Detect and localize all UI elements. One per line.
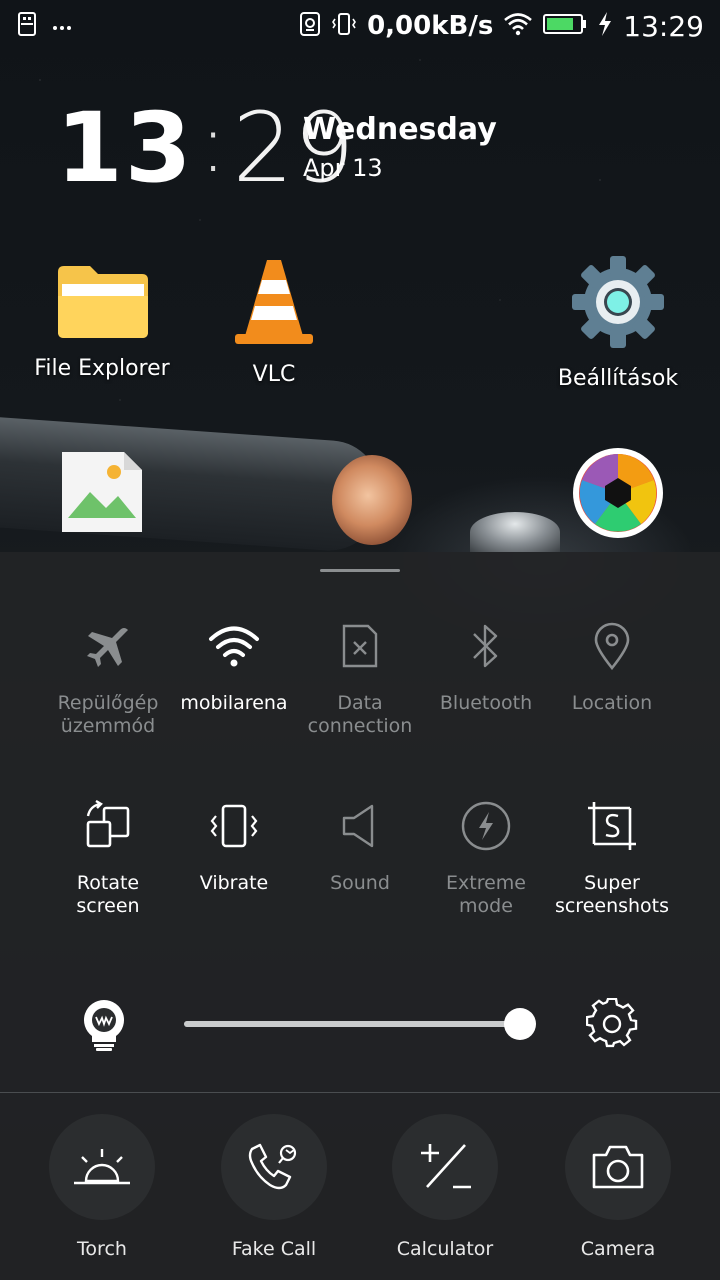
panel-drag-handle[interactable]: [320, 569, 400, 572]
tile-label: Location: [571, 692, 653, 714]
rotate-screen-icon: [45, 794, 171, 858]
folder-icon: [54, 266, 150, 346]
sim-icon: [299, 11, 321, 41]
tile-label: Extreme mode: [446, 872, 526, 917]
wifi-icon: [171, 614, 297, 678]
status-clock: 13:29: [623, 9, 704, 43]
app-camera-home[interactable]: [528, 446, 708, 544]
brightness-slider[interactable]: [184, 1021, 536, 1027]
shortcut-fake-call[interactable]: Fake Call: [194, 1114, 354, 1260]
data-connection-icon: [297, 614, 423, 678]
clock-day: Wednesday: [303, 112, 497, 147]
battery-icon: [543, 13, 587, 39]
toggle-airplane-mode[interactable]: Repülőgép üzemmód: [45, 614, 171, 738]
tile-label: Bluetooth: [439, 692, 533, 714]
vibrate-status-icon: [331, 11, 357, 41]
toggle-super-screenshots[interactable]: Super screenshots: [549, 794, 675, 918]
brightness-thumb[interactable]: [504, 1008, 536, 1040]
app-album[interactable]: [12, 448, 192, 540]
brightness-fill: [184, 1021, 520, 1027]
toggle-location[interactable]: Location: [549, 614, 675, 715]
settings-gear-button[interactable]: [585, 997, 638, 1054]
speaker-icon: [297, 794, 423, 858]
tile-label: Data connection: [307, 692, 413, 737]
toggle-extreme-mode[interactable]: Extreme mode: [423, 794, 549, 918]
brightness-auto-icon[interactable]: [80, 998, 128, 1056]
charging-icon: [597, 11, 613, 41]
camera-lens-icon: [571, 448, 665, 544]
toggle-wifi[interactable]: mobilarena: [171, 614, 297, 715]
wifi-status-icon: [503, 12, 533, 40]
status-bar: 0,00kB/s 13:29: [0, 0, 720, 52]
tile-label: Vibrate: [199, 872, 269, 894]
app-beallitasok[interactable]: Beállítások: [528, 252, 708, 391]
super-screenshot-icon: [549, 794, 675, 858]
shortcut-calculator[interactable]: Calculator: [365, 1114, 525, 1260]
clock-colon: :: [199, 97, 227, 190]
airplane-icon: [45, 614, 171, 678]
panel-divider: [0, 1092, 720, 1093]
calculator-icon: [392, 1114, 498, 1220]
camera-icon: [565, 1114, 671, 1220]
usb-icon: [16, 11, 38, 41]
toggle-rotate-screen[interactable]: Rotate screen: [45, 794, 171, 918]
extreme-mode-icon: [423, 794, 549, 858]
more-notifications-icon: [52, 17, 72, 36]
shortcut-label: Camera: [580, 1238, 656, 1260]
network-speed: 0,00kB/s: [367, 11, 494, 41]
tile-label: mobilarena: [180, 692, 288, 714]
shortcut-label: Fake Call: [231, 1238, 317, 1260]
clock-hours: 13: [56, 92, 194, 204]
shortcut-label: Calculator: [396, 1238, 494, 1260]
tile-label: Sound: [330, 872, 390, 894]
vlc-cone-icon: [229, 260, 319, 352]
album-icon: [58, 452, 146, 540]
bluetooth-icon: [423, 614, 549, 678]
toggle-bluetooth[interactable]: Bluetooth: [423, 614, 549, 715]
app-vlc[interactable]: VLC: [184, 258, 364, 387]
clock-month-day: Apr 13: [303, 154, 383, 182]
shortcut-label: Torch: [77, 1238, 127, 1260]
app-file-explorer[interactable]: File Explorer: [12, 262, 192, 381]
app-label: File Explorer: [34, 356, 170, 381]
app-label: VLC: [252, 362, 296, 387]
clock-date: Wednesday Apr 13: [303, 112, 497, 182]
tile-label: Repülőgép üzemmód: [57, 692, 159, 737]
toggle-sound[interactable]: Sound: [297, 794, 423, 895]
shortcut-camera[interactable]: Camera: [538, 1114, 698, 1260]
app-label: Beállítások: [557, 366, 679, 391]
toggle-vibrate[interactable]: Vibrate: [171, 794, 297, 895]
torch-icon: [49, 1114, 155, 1220]
shortcut-torch[interactable]: Torch: [22, 1114, 182, 1260]
settings-gear-icon: [568, 256, 668, 356]
tile-label: Rotate screen: [76, 872, 140, 917]
tile-label: Super screenshots: [554, 872, 670, 917]
vibrate-icon: [171, 794, 297, 858]
fake-call-icon: [221, 1114, 327, 1220]
location-pin-icon: [549, 614, 675, 678]
toggle-data-connection[interactable]: Data connection: [297, 614, 423, 738]
wallpaper-spaceship-nose: [332, 455, 412, 545]
